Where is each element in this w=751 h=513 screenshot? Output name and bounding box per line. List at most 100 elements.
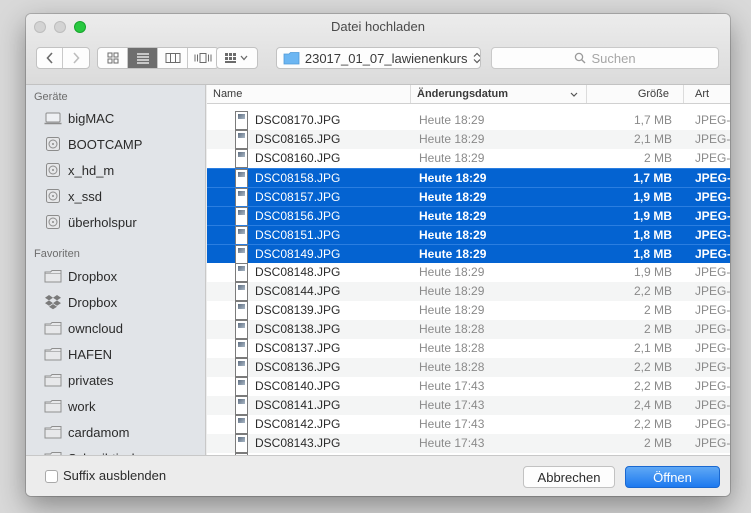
file-row[interactable]: DSC08160.JPG Heute 18:29 2 MB JPEG-Bild <box>207 149 730 168</box>
file-size: 1,7 MB <box>633 171 672 185</box>
file-date: Heute 18:28 <box>419 341 485 355</box>
file-size: 2 MB <box>643 151 672 165</box>
file-size: 1,9 MB <box>633 265 672 279</box>
file-row[interactable]: DSC08156.JPG Heute 18:29 1,9 MB JPEG-Bild <box>207 206 730 226</box>
column-size[interactable]: Größe <box>588 85 684 103</box>
file-name: DSC08149.JPG <box>255 247 341 261</box>
file-size: 2 MB <box>643 303 672 317</box>
file-date: Heute 17:43 <box>419 436 485 450</box>
file-row[interactable]: DSC08158.JPG Heute 18:29 1,7 MB JPEG-Bild <box>207 168 730 188</box>
cancel-button[interactable]: Abbrechen <box>523 466 615 488</box>
file-size: 2,2 MB <box>633 379 672 393</box>
column-kind[interactable]: Art <box>695 85 730 103</box>
sidebar-item-label: bigMAC <box>68 110 115 126</box>
file-row[interactable]: DSC08148.JPG Heute 18:29 1,9 MB JPEG-Bild <box>207 263 730 282</box>
file-row[interactable]: DSC08144.JPG Heute 18:29 2,2 MB JPEG-Bild <box>207 282 730 301</box>
folder-icon <box>283 52 300 65</box>
icon-view-button[interactable] <box>98 48 128 68</box>
image-file-icon <box>235 396 248 415</box>
file-kind: JPEG-Bild <box>695 171 730 185</box>
cover-flow-button[interactable] <box>188 48 218 68</box>
file-name: DSC08170.JPG <box>255 113 341 127</box>
file-name: DSC08141.JPG <box>255 398 341 412</box>
file-row[interactable]: DSC08170.JPG Heute 18:29 1,7 MB JPEG-Bild <box>207 111 730 130</box>
folder-path-popup[interactable]: 23017_01_07_lawienenkurs <box>276 47 481 69</box>
image-file-icon <box>235 434 248 453</box>
image-file-icon <box>235 320 248 339</box>
image-file-icon <box>235 111 248 130</box>
file-row[interactable]: DSC08149.JPG Heute 18:29 1,8 MB JPEG-Bild <box>207 244 730 264</box>
history-nav <box>36 47 90 69</box>
search-icon <box>575 52 586 64</box>
sidebar-device-bootcamp[interactable]: BOOTCAMP <box>44 133 142 155</box>
sidebar-item-label: privates <box>68 372 114 388</box>
file-row[interactable]: DSC08138.JPG Heute 18:28 2 MB JPEG-Bild <box>207 320 730 339</box>
file-row[interactable]: DSC08140.JPG Heute 17:43 2,2 MB JPEG-Bild <box>207 377 730 396</box>
file-row[interactable]: DSC08141.JPG Heute 17:43 2,4 MB JPEG-Bild <box>207 396 730 415</box>
file-name: DSC08144.JPG <box>255 284 341 298</box>
file-size: 2,1 MB <box>633 341 672 355</box>
column-date-label: Änderungsdatum <box>417 88 509 100</box>
search-field[interactable]: Suchen <box>491 47 719 69</box>
file-name: DSC08165.JPG <box>255 132 341 146</box>
sidebar-favorite-schreibtisch[interactable]: Schreibtisch <box>44 447 139 455</box>
sidebar-favorite-cardamom[interactable]: cardamom <box>44 421 129 443</box>
sidebar-favorite-owncloud[interactable]: owncloud <box>44 317 123 339</box>
file-row[interactable]: DSC08137.JPG Heute 18:28 2,1 MB JPEG-Bild <box>207 339 730 358</box>
sidebar-item-label: Dropbox <box>68 268 118 284</box>
column-view-button[interactable] <box>158 48 188 68</box>
disk-icon <box>44 214 62 230</box>
image-file-icon <box>235 207 248 226</box>
file-row[interactable]: DSC08139.JPG Heute 18:29 2 MB JPEG-Bild <box>207 301 730 320</box>
file-date: Heute 18:28 <box>419 322 485 336</box>
file-date: Heute 18:29 <box>419 265 485 279</box>
sidebar-favorite-dropbox[interactable]: Dropbox <box>44 265 117 287</box>
file-size: 1,8 MB <box>633 247 672 261</box>
image-file-icon <box>235 226 248 245</box>
forward-button[interactable] <box>63 48 89 68</box>
sidebar-favorite-work[interactable]: work <box>44 395 95 417</box>
file-kind: JPEG-Bild <box>695 190 730 204</box>
file-kind: JPEG-Bild <box>695 247 730 261</box>
list-view-button[interactable] <box>128 48 158 68</box>
folder-icon <box>44 268 62 284</box>
folder-icon <box>44 320 62 336</box>
file-size: 1,8 MB <box>633 228 672 242</box>
hide-suffix-checkbox[interactable] <box>45 470 58 483</box>
updown-chevron-icon <box>473 52 480 64</box>
arrange-menu-button[interactable] <box>216 47 258 69</box>
column-date[interactable]: Änderungsdatum <box>417 85 587 103</box>
file-row[interactable]: DSC08157.JPG Heute 18:29 1,9 MB JPEG-Bild <box>207 187 730 207</box>
file-size: 1,7 MB <box>633 113 672 127</box>
folder-icon <box>44 398 62 414</box>
folder-icon <box>44 424 62 440</box>
file-name: DSC08142.JPG <box>255 417 341 431</box>
window-title: Datei hochladen <box>331 19 425 34</box>
file-name: DSC08143.JPG <box>255 436 341 450</box>
sidebar: Geräte bigMAC BOOTCAMP x_hd_m x_ssd überhols… <box>26 85 206 455</box>
back-button[interactable] <box>37 48 63 68</box>
file-name: DSC08137.JPG <box>255 341 341 355</box>
column-header: Name Änderungsdatum Größe Art <box>207 85 730 104</box>
file-size: 2 MB <box>643 436 672 450</box>
file-row[interactable]: DSC08143.JPG Heute 17:43 2 MB JPEG-Bild <box>207 434 730 453</box>
sidebar-device-x-ssd[interactable]: x_ssd <box>44 185 102 207</box>
sidebar-favorite-privates[interactable]: privates <box>44 369 114 391</box>
folder-icon <box>44 372 62 388</box>
file-row[interactable]: DSC08165.JPG Heute 18:29 2,1 MB JPEG-Bild <box>207 130 730 149</box>
file-row[interactable]: DSC08142.JPG Heute 17:43 2,2 MB JPEG-Bild <box>207 415 730 434</box>
file-row[interactable]: DSC08151.JPG Heute 18:29 1,8 MB JPEG-Bild <box>207 225 730 245</box>
sidebar-device-überholspur[interactable]: überholspur <box>44 211 137 233</box>
column-name[interactable]: Name <box>213 85 411 103</box>
image-file-icon <box>235 339 248 358</box>
file-row[interactable]: DSC08136.JPG Heute 18:28 2,2 MB JPEG-Bild <box>207 358 730 377</box>
open-button[interactable]: Öffnen <box>625 466 720 488</box>
devices-header: Geräte <box>34 91 68 103</box>
sidebar-favorite-dropbox[interactable]: Dropbox <box>44 291 117 313</box>
sidebar-device-x-hd-m[interactable]: x_hd_m <box>44 159 114 181</box>
sidebar-device-bigmac[interactable]: bigMAC <box>44 107 114 129</box>
hide-suffix-label[interactable]: Suffix ausblenden <box>63 468 166 483</box>
file-kind: JPEG-Bild <box>695 228 730 242</box>
sidebar-favorite-hafen[interactable]: HAFEN <box>44 343 112 365</box>
file-date: Heute 18:29 <box>419 247 487 261</box>
